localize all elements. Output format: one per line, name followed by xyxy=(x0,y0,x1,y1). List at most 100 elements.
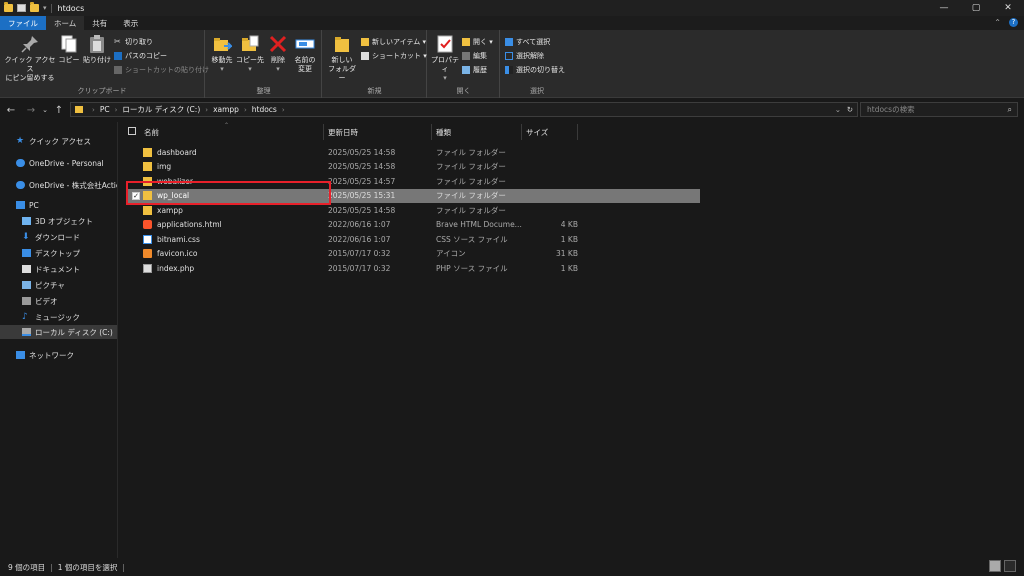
nav-onedrive-personal[interactable]: OneDrive - Personal xyxy=(0,156,117,170)
delete-button[interactable]: 削除 ▾ xyxy=(266,34,290,74)
file-size: 4 KB xyxy=(560,220,578,229)
open-button[interactable]: 開く ▾ xyxy=(462,37,493,47)
file-type: Brave HTML Docume... xyxy=(436,220,522,229)
file-name: img xyxy=(143,160,323,174)
nav-desktop[interactable]: デスクトップ xyxy=(0,246,117,260)
file-size xyxy=(528,145,578,159)
search-icon: ⌕ xyxy=(1007,105,1012,114)
nav-3d-objects[interactable]: 3D オブジェクト xyxy=(0,214,117,228)
history-button[interactable]: 履歴 xyxy=(462,65,487,75)
new-group: 新しい フォルダー 新しいアイテム ▾ ショートカット ▾ 新規 xyxy=(323,30,427,98)
desktop-icon xyxy=(22,249,31,257)
large-icons-view-button[interactable] xyxy=(1004,560,1016,572)
column-header-type[interactable]: 種類 xyxy=(432,124,522,140)
file-row[interactable]: img 2025/05/25 14:58 ファイル フォルダー xyxy=(128,160,700,174)
recent-locations-icon[interactable]: ⌄ xyxy=(38,106,52,114)
back-icon[interactable]: ← xyxy=(4,105,18,116)
maximize-button[interactable]: ▢ xyxy=(960,0,992,16)
address-dropdown-icon[interactable]: ⌄ xyxy=(835,105,841,114)
copy-button[interactable]: コピー xyxy=(58,34,80,65)
properties-button[interactable]: プロパティ ▾ xyxy=(430,34,460,83)
select-all-button[interactable]: すべて選択 xyxy=(505,37,550,47)
pin-quick-access-button[interactable]: クイック アクセス にピン留めする xyxy=(4,34,56,83)
up-icon[interactable]: ↑ xyxy=(52,105,66,116)
file-row[interactable]: bitnami.css 2022/06/16 1:07 CSS ソース ファイル 1 … xyxy=(128,232,700,246)
file-name-text: img xyxy=(157,162,172,171)
column-header-date[interactable]: 更新日時 xyxy=(324,124,432,140)
new-item-button[interactable]: 新しいアイテム ▾ xyxy=(361,37,426,47)
file-name: dashboard xyxy=(143,145,323,159)
paste-button[interactable]: 貼り付け xyxy=(83,34,111,65)
details-view-button[interactable] xyxy=(989,560,1001,572)
tab-view[interactable]: 表示 xyxy=(115,16,146,30)
file-row[interactable]: index.php 2015/07/17 0:32 PHP ソース ファイル 1 KB xyxy=(128,261,700,275)
nav-quick-access[interactable]: ★ クイック アクセス xyxy=(0,134,117,148)
file-name-text: favicon.ico xyxy=(157,249,198,258)
breadcrumb-xampp[interactable]: xampp xyxy=(213,105,239,114)
nav-documents[interactable]: ドキュメント xyxy=(0,262,117,276)
file-date: 2022/06/16 1:07 xyxy=(328,234,391,244)
collapse-ribbon-icon[interactable]: ⌃ xyxy=(994,18,1001,27)
item-count: 9 個の項目 xyxy=(8,562,46,572)
file-row[interactable]: applications.html 2022/06/16 1:07 Brave HT… xyxy=(128,218,700,232)
quick-access-dropdown-icon[interactable]: ▾ xyxy=(43,4,47,12)
file-row[interactable]: dashboard 2025/05/25 14:58 ファイル フォルダー xyxy=(128,145,700,159)
computer-icon xyxy=(16,201,25,209)
nav-videos[interactable]: ビデオ xyxy=(0,294,117,308)
folder-icon xyxy=(4,2,13,12)
open-group-label: 開く xyxy=(456,87,471,95)
tab-file[interactable]: ファイル xyxy=(0,16,46,30)
copy-to-button[interactable]: コピー先 ▾ xyxy=(236,34,264,74)
help-icon[interactable]: ? xyxy=(1009,18,1018,27)
file-name: bitnami.css xyxy=(143,232,323,246)
nav-network[interactable]: ネットワーク xyxy=(0,348,117,362)
file-date: 2025/05/25 14:58 xyxy=(328,147,396,157)
nav-onedrive-corp[interactable]: OneDrive - 株式会社Actic xyxy=(0,178,117,192)
file-type: ファイル フォルダー xyxy=(436,147,506,157)
file-date: 2015/07/17 0:32 xyxy=(328,249,391,258)
column-header-name[interactable]: 名前 xyxy=(140,124,324,140)
new-folder-button[interactable]: 新しい フォルダー xyxy=(325,34,359,83)
file-name-text: xampp xyxy=(157,205,183,215)
nav-pc[interactable]: PC xyxy=(0,198,117,212)
breadcrumb-pc[interactable]: PC xyxy=(100,105,110,114)
select-all-checkbox[interactable] xyxy=(128,127,136,135)
file-name-text: applications.html xyxy=(157,220,222,229)
paste-shortcut-button[interactable]: ショートカットの貼り付け xyxy=(114,65,209,75)
tab-home[interactable]: ホーム xyxy=(46,16,85,30)
breadcrumb-htdocs[interactable]: htdocs xyxy=(252,105,277,114)
cloud-icon xyxy=(16,159,25,167)
nav-downloads[interactable]: ⬇ ダウンロード xyxy=(0,230,117,244)
file-type: アイコン xyxy=(436,249,466,258)
properties-icon xyxy=(437,35,453,53)
close-button[interactable]: ✕ xyxy=(992,0,1024,16)
edit-button[interactable]: 編集 xyxy=(462,51,487,61)
clipboard-group-label: クリップボード xyxy=(77,87,127,95)
copy-path-button[interactable]: パスのコピー xyxy=(114,51,167,61)
file-row[interactable]: xampp 2025/05/25 14:58 ファイル フォルダー xyxy=(128,203,700,217)
easy-access-button[interactable]: ショートカット ▾ xyxy=(361,51,427,61)
search-input[interactable]: htdocsの検索 ⌕ xyxy=(860,102,1018,117)
properties-quick-icon[interactable] xyxy=(17,4,26,12)
nav-local-disk[interactable]: ローカル ディスク (C:) xyxy=(0,325,117,339)
organize-group: 移動先 ▾ コピー先 ▾ 削除 ▾ 名前の 変更 整理 xyxy=(206,30,322,98)
file-row[interactable]: favicon.ico 2015/07/17 0:32 アイコン 31 KB xyxy=(128,247,700,261)
document-icon xyxy=(22,265,31,273)
window-title: htdocs xyxy=(57,3,85,13)
nav-music[interactable]: ♪ ミュージック xyxy=(0,310,117,324)
tab-share[interactable]: 共有 xyxy=(84,16,115,30)
address-bar[interactable]: › PC › ローカル ディスク (C:) › xampp › htdocs ›… xyxy=(70,102,858,117)
minimize-button[interactable]: — xyxy=(928,0,960,16)
breadcrumb-local-disk[interactable]: ローカル ディスク (C:) xyxy=(122,104,200,115)
nav-pictures[interactable]: ピクチャ xyxy=(0,278,117,292)
invert-selection-button[interactable]: 選択の切り替え xyxy=(505,65,565,75)
move-to-button[interactable]: 移動先 ▾ xyxy=(208,34,236,74)
open-group: プロパティ ▾ 開く ▾ 編集 履歴 開く xyxy=(428,30,500,98)
forward-icon[interactable]: → xyxy=(24,105,38,116)
column-header-size[interactable]: サイズ xyxy=(522,124,578,140)
refresh-icon[interactable]: ↻ xyxy=(847,105,853,114)
cut-button[interactable]: ✂ 切り取り xyxy=(114,37,153,47)
new-folder-quick-icon[interactable] xyxy=(30,2,39,12)
rename-button[interactable]: 名前の 変更 xyxy=(291,34,319,74)
select-none-button[interactable]: 選択解除 xyxy=(505,51,544,61)
